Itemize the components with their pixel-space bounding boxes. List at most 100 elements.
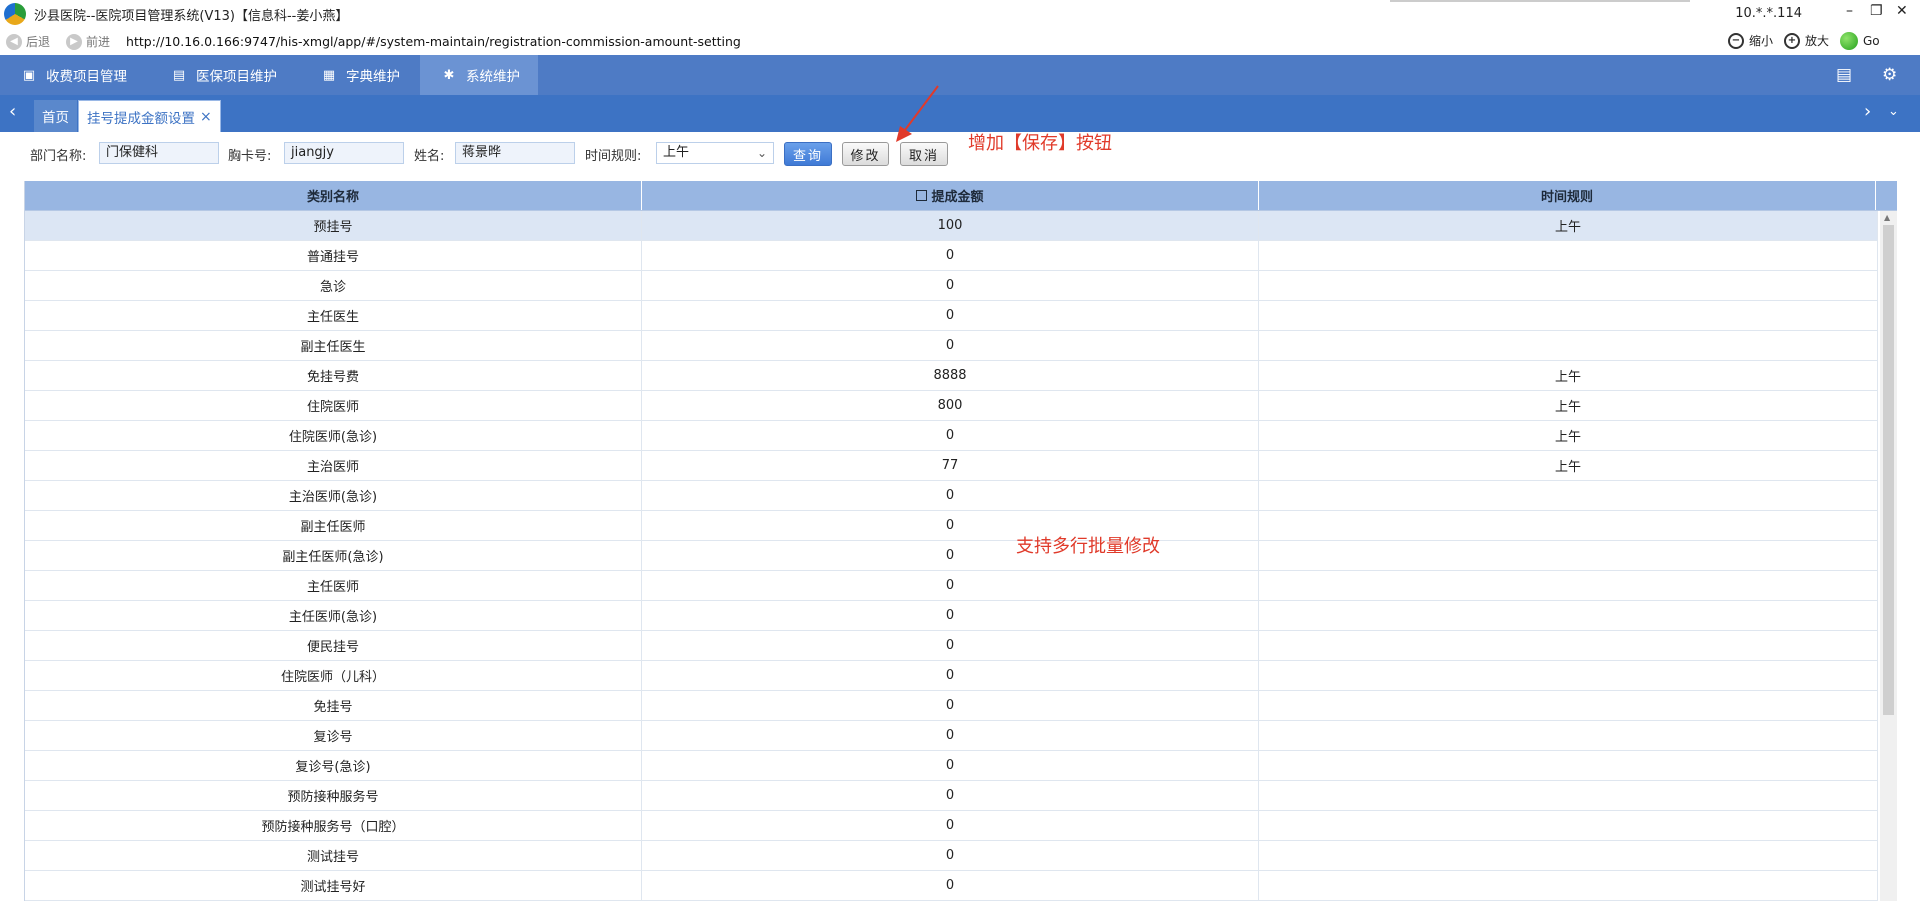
cell-amount[interactable]: 0 (642, 481, 1259, 510)
close-window-button[interactable]: ✕ (1896, 3, 1908, 19)
table-row[interactable]: 副主任医师(急诊) 0 (25, 541, 1878, 571)
table-row[interactable]: 住院医师(急诊) 0 上午 (25, 421, 1878, 451)
gear-icon: ✱ (443, 67, 455, 83)
table-row[interactable]: 免挂号 0 (25, 691, 1878, 721)
cell-amount[interactable]: 0 (642, 601, 1259, 630)
print-icon[interactable]: ▤ (1836, 65, 1852, 85)
cell-time-rule (1259, 271, 1878, 300)
modify-button[interactable]: 修改 (842, 142, 889, 166)
cell-amount[interactable]: 0 (642, 811, 1259, 840)
table-row[interactable]: 主任医师(急诊) 0 (25, 601, 1878, 631)
card-input[interactable]: jiangjy (284, 142, 404, 164)
table-row[interactable]: 主任医师 0 (25, 571, 1878, 601)
cell-category: 住院医师 (25, 391, 642, 420)
query-button[interactable]: 查询 (784, 142, 832, 166)
name-input[interactable]: 蒋景晔 (455, 142, 575, 164)
table-row[interactable]: 主治医师(急诊) 0 (25, 481, 1878, 511)
cell-amount[interactable]: 77 (642, 451, 1259, 480)
cell-time-rule (1259, 481, 1878, 510)
back-button[interactable]: ◀ 后退 (6, 33, 50, 50)
cell-amount[interactable]: 8888 (642, 361, 1259, 390)
minimize-button[interactable]: – (1846, 3, 1853, 19)
table-row[interactable]: 预防接种服务号 0 (25, 781, 1878, 811)
cell-category: 预防接种服务号 (25, 781, 642, 810)
table-row[interactable]: 免挂号费 8888 上午 (25, 361, 1878, 391)
table-row[interactable]: 预挂号 100 上午 (25, 211, 1878, 241)
zoom-out-button[interactable]: − 缩小 (1728, 32, 1773, 49)
cell-amount[interactable]: 0 (642, 571, 1259, 600)
cell-amount[interactable]: 0 (642, 241, 1259, 270)
cell-amount[interactable]: 0 (642, 541, 1259, 570)
restore-button[interactable]: ❐ (1870, 3, 1883, 19)
tab-scroll-right-icon[interactable]: › (1864, 101, 1871, 122)
popup-edge (1390, 0, 1690, 2)
cell-category: 预挂号 (25, 211, 642, 240)
cell-time-rule (1259, 811, 1878, 840)
time-rule-label: 时间规则: (585, 149, 642, 164)
cell-amount[interactable]: 0 (642, 511, 1259, 540)
table-row[interactable]: 便民挂号 0 (25, 631, 1878, 661)
table-row[interactable]: 主任医生 0 (25, 301, 1878, 331)
tab-home[interactable]: 首页 (34, 100, 77, 132)
go-icon (1840, 32, 1858, 50)
forward-label: 前进 (86, 35, 111, 49)
cell-amount[interactable]: 0 (642, 841, 1259, 870)
cell-amount[interactable]: 0 (642, 721, 1259, 750)
cell-amount[interactable]: 800 (642, 391, 1259, 420)
cell-amount[interactable]: 0 (642, 421, 1259, 450)
nav-item-insurance[interactable]: ▤ 医保项目维护 (150, 55, 300, 95)
cell-category: 副主任医生 (25, 331, 642, 360)
header-time-rule[interactable]: 时间规则 (1259, 181, 1876, 210)
tab-registration-commission[interactable]: 挂号提成金额设置 × (78, 100, 221, 132)
app-logo-icon (4, 3, 26, 25)
table-row[interactable]: 住院医师（儿科） 0 (25, 661, 1878, 691)
table-row[interactable]: 复诊号 0 (25, 721, 1878, 751)
cell-time-rule (1259, 751, 1878, 780)
tab-bar: ‹ 首页 挂号提成金额设置 × › ⌄ (0, 95, 1920, 132)
table-row[interactable]: 复诊号(急诊) 0 (25, 751, 1878, 781)
header-amount[interactable]: 提成金额 (642, 181, 1259, 210)
table-row[interactable]: 普通挂号 0 (25, 241, 1878, 271)
table-row[interactable]: 测试挂号 0 (25, 841, 1878, 871)
table-row[interactable]: 住院医师 800 上午 (25, 391, 1878, 421)
tab-scroll-left-icon[interactable]: ‹ (9, 101, 16, 122)
table-row[interactable]: 测试挂号好 0 (25, 871, 1878, 901)
cell-amount[interactable]: 100 (642, 211, 1259, 240)
cell-amount[interactable]: 0 (642, 871, 1259, 900)
time-rule-select[interactable]: 上午 ⌄ (656, 142, 774, 164)
table-scrollbar[interactable]: ▲ (1880, 211, 1897, 901)
table-row[interactable]: 副主任医生 0 (25, 331, 1878, 361)
cell-amount[interactable]: 0 (642, 271, 1259, 300)
cell-category: 主任医师(急诊) (25, 601, 642, 630)
tab-menu-chevron-icon[interactable]: ⌄ (1888, 104, 1899, 119)
chevron-down-icon: ⌄ (756, 146, 767, 160)
cell-amount[interactable]: 0 (642, 631, 1259, 660)
cell-amount[interactable]: 0 (642, 751, 1259, 780)
nav-item-fee-items[interactable]: ▣ 收费项目管理 (0, 55, 150, 95)
dept-input[interactable]: 门保健科 (99, 142, 219, 164)
cell-amount[interactable]: 0 (642, 781, 1259, 810)
go-button[interactable]: Go (1840, 32, 1880, 50)
window-title: 沙县医院--医院项目管理系统(V13)【信息科--姜小燕】 (34, 8, 349, 24)
settings-icon[interactable]: ⚙ (1882, 65, 1897, 85)
back-label: 后退 (26, 35, 51, 49)
cell-amount[interactable]: 0 (642, 331, 1259, 360)
table-row[interactable]: 预防接种服务号（口腔） 0 (25, 811, 1878, 841)
table-row[interactable]: 副主任医师 0 (25, 511, 1878, 541)
zoom-in-icon: + (1784, 32, 1800, 49)
nav-item-system[interactable]: ✱ 系统维护 (420, 55, 538, 95)
table-row[interactable]: 主治医师 77 上午 (25, 451, 1878, 481)
tab-close-icon[interactable]: × (200, 109, 212, 125)
scroll-up-icon[interactable]: ▲ (1884, 213, 1890, 222)
cell-amount[interactable]: 0 (642, 661, 1259, 690)
table-row[interactable]: 急诊 0 (25, 271, 1878, 301)
forward-button[interactable]: ▶ 前进 (66, 33, 110, 50)
cell-amount[interactable]: 0 (642, 301, 1259, 330)
zoom-in-button[interactable]: + 放大 (1784, 32, 1829, 49)
header-category[interactable]: 类别名称 (25, 181, 642, 210)
nav-item-dictionary[interactable]: ▦ 字典维护 (300, 55, 420, 95)
scrollbar-thumb[interactable] (1883, 225, 1894, 715)
cell-amount[interactable]: 0 (642, 691, 1259, 720)
url-input[interactable]: http://10.16.0.166:9747/his-xmgl/app/#/s… (126, 34, 741, 49)
zoom-out-icon: − (1728, 32, 1744, 49)
